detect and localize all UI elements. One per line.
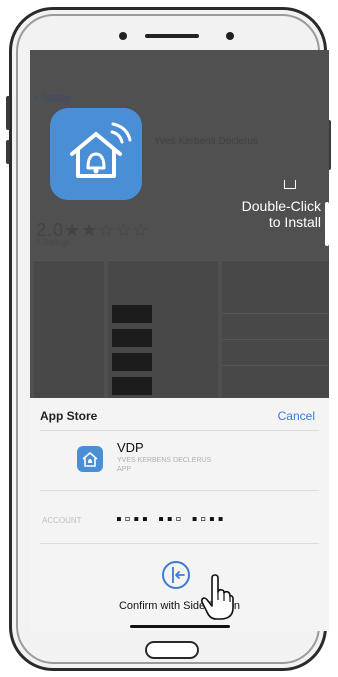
- app-name: VDP: [117, 440, 144, 455]
- confirm-instruction: Confirm with Side Button: [118, 600, 241, 612]
- app-icon-large: [50, 108, 142, 200]
- screenshot-1: [34, 260, 104, 401]
- screenshot-3: [222, 260, 329, 401]
- hand-pointer-icon: [200, 574, 234, 625]
- screenshot-2: [108, 260, 218, 401]
- thumbnail: [112, 377, 152, 395]
- back-link[interactable]: ‹ Today: [35, 92, 71, 104]
- side-button-indicator: [325, 202, 329, 246]
- account-value: ▪▫▪▪ ▪▪▫ ▪▫▪▪: [116, 511, 227, 528]
- cancel-button[interactable]: Cancel: [278, 409, 315, 423]
- sensor: [226, 32, 234, 40]
- screenshot-previews: [30, 260, 329, 401]
- divider: [222, 365, 329, 366]
- account-label: ACCOUNT: [42, 516, 82, 525]
- home-indicator: [130, 625, 230, 628]
- house-bell-icon: [70, 122, 132, 178]
- app-icon-small: [77, 446, 103, 472]
- house-bell-icon: [82, 452, 98, 467]
- thumbnail: [112, 353, 152, 371]
- screen: ‹ Today Yves Kerbens Declerus 2.0★★☆☆☆ 2…: [30, 50, 329, 631]
- install-hint-icon: [284, 180, 296, 189]
- side-button-glyph: [172, 567, 185, 583]
- thumbnail: [112, 329, 152, 347]
- divider: [40, 543, 319, 544]
- divider: [40, 430, 319, 431]
- thumbnail: [112, 305, 152, 323]
- side-button-icon: [162, 561, 190, 589]
- rating-count: 2 Ratings: [36, 238, 70, 247]
- volume-key-2: [6, 140, 10, 164]
- home-button[interactable]: [145, 641, 199, 659]
- app-developer: YVES KERBENS DECLERUS APP: [117, 457, 212, 473]
- earpiece-speaker: [145, 34, 199, 38]
- divider: [40, 490, 319, 491]
- divider: [222, 339, 329, 340]
- divider: [222, 313, 329, 314]
- double-click-hint: Double-Click to Install: [241, 198, 321, 230]
- pointing-hand-glyph: [200, 574, 234, 620]
- volume-key: [6, 96, 10, 130]
- developer-blurb: Yves Kerbens Declerus: [154, 136, 258, 147]
- app-store-purchase-sheet: App Store Cancel VDP YVES KERBENS DECLER…: [30, 398, 329, 631]
- front-camera: [119, 32, 127, 40]
- dimmed-app-page: ‹ Today Yves Kerbens Declerus 2.0★★☆☆☆ 2…: [30, 50, 329, 401]
- sheet-title: App Store: [40, 409, 98, 423]
